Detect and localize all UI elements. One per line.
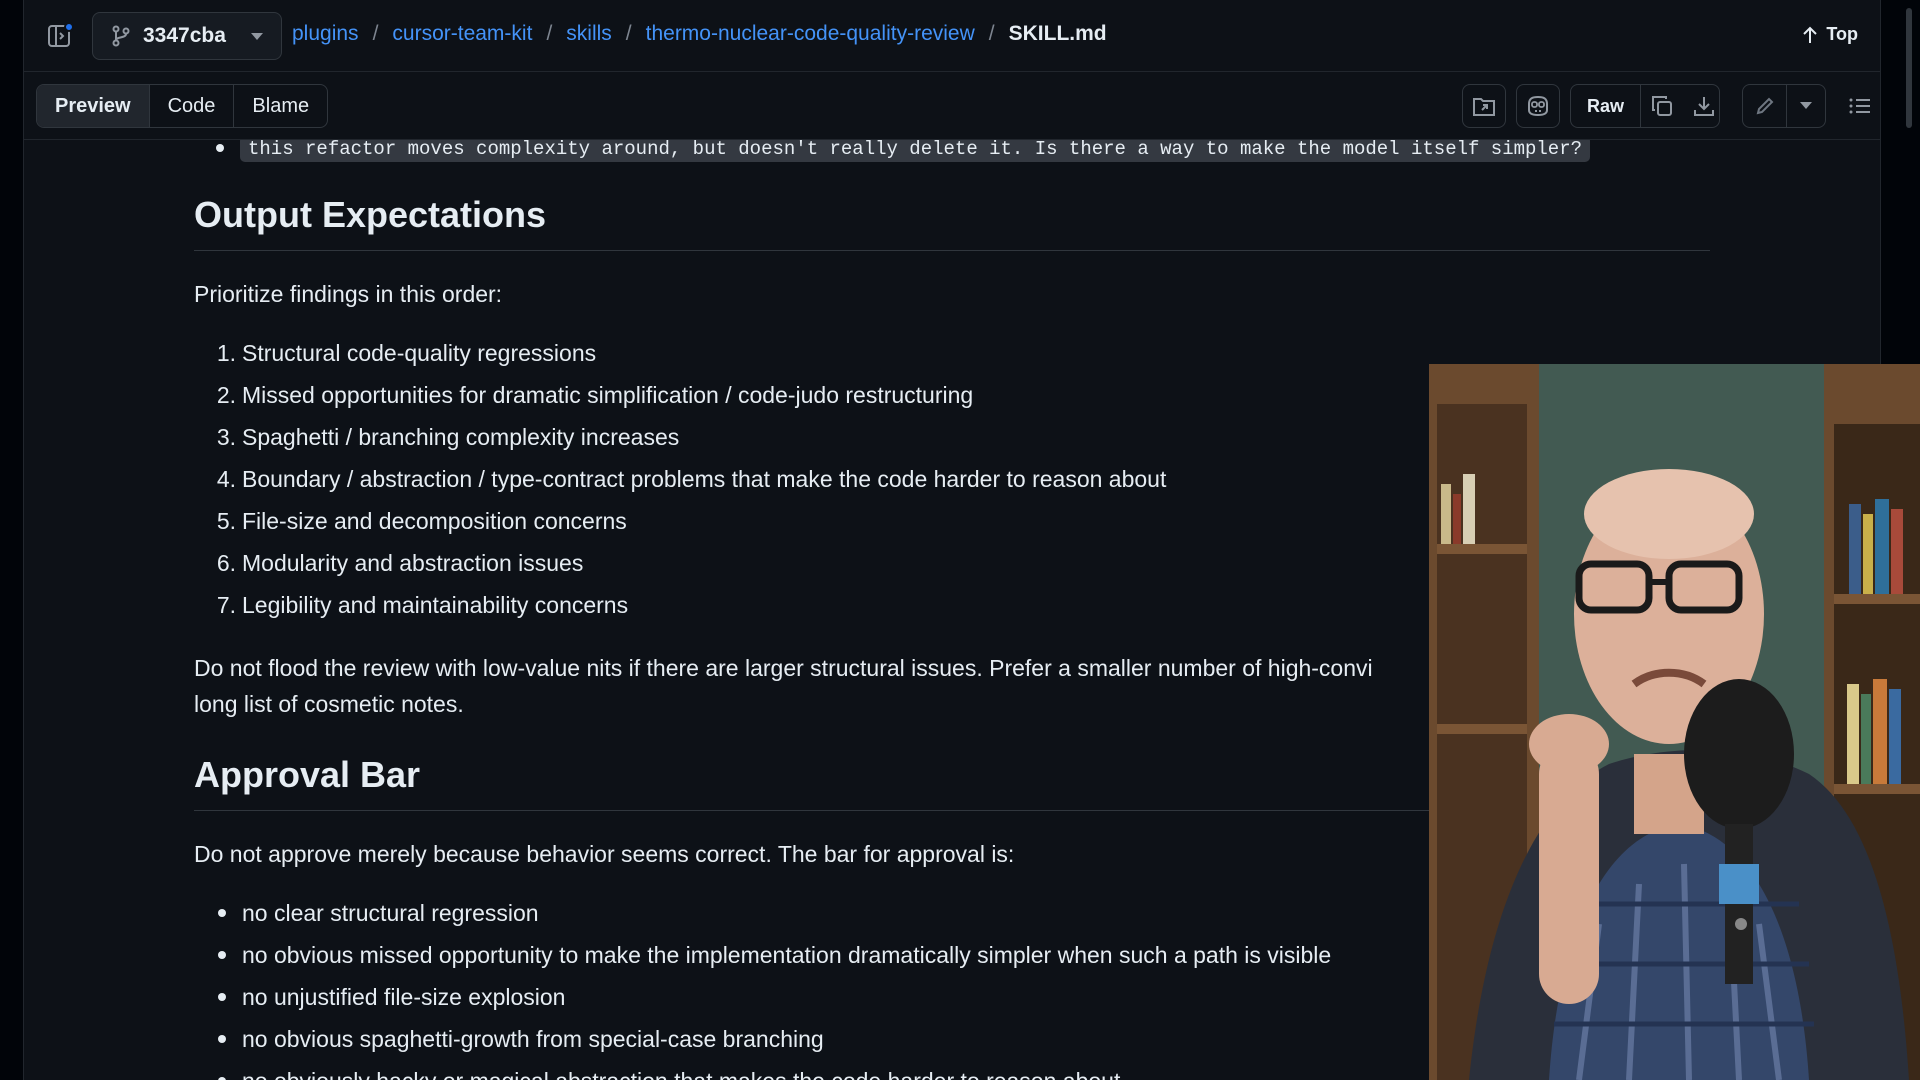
list-item: no obviously hacky or magical abstractio… xyxy=(194,1060,1331,1080)
list-item: no unjustified file-size explosion xyxy=(194,976,1331,1018)
download-button[interactable] xyxy=(1683,85,1725,127)
breadcrumb-link-skill-folder[interactable]: thermo-nuclear-code-quality-review xyxy=(646,22,975,46)
paragraph-intro: Prioritize findings in this order: xyxy=(194,281,503,307)
left-gutter xyxy=(0,0,24,1080)
tab-preview[interactable]: Preview xyxy=(37,85,150,127)
breadcrumb-link-plugins[interactable]: plugins xyxy=(292,22,359,46)
list-item: 4. Boundary / abstraction / type-contract… xyxy=(216,466,1167,492)
breadcrumb-link-skills[interactable]: skills xyxy=(566,22,612,46)
file-header: 3347cba plugins / cursor-team-kit / skil… xyxy=(24,0,1880,72)
bullet xyxy=(216,144,224,152)
list-item: 7. Legibility and maintainability concern… xyxy=(216,592,629,618)
raw-button[interactable]: Raw xyxy=(1571,85,1642,127)
edit-actions-group xyxy=(1742,84,1826,128)
open-folder-button[interactable] xyxy=(1462,84,1506,128)
edit-button[interactable] xyxy=(1743,85,1787,127)
download-icon xyxy=(1694,97,1715,116)
chevron-down-icon xyxy=(1800,102,1812,109)
list-item: no obvious spaghetti-growth from special… xyxy=(194,1018,1331,1060)
list-icon xyxy=(1849,98,1870,114)
branch-name: 3347cba xyxy=(143,24,226,47)
edit-options-button[interactable] xyxy=(1787,85,1825,127)
branch-icon xyxy=(112,25,130,47)
heading-output-expectations: Output Expectations xyxy=(194,194,1710,251)
list-item: no clear structural regression xyxy=(194,892,1331,934)
chevron-down-icon xyxy=(251,33,263,40)
breadcrumb-separator: / xyxy=(988,22,995,45)
list-item: 3. Spaghetti / branching complexity incre… xyxy=(216,424,680,450)
list-item: 2. Missed opportunities for dramatic simp… xyxy=(216,382,974,408)
open-folder-icon xyxy=(1473,98,1495,116)
breadcrumb: plugins / cursor-team-kit / skills / the… xyxy=(292,22,1107,46)
presenter-video xyxy=(1429,364,1920,1080)
back-to-top-button[interactable]: Top xyxy=(1802,24,1858,45)
top-label: Top xyxy=(1826,24,1858,44)
list-item: no obvious missed opportunity to make th… xyxy=(194,934,1331,976)
file-toolbar: Preview Code Blame Raw xyxy=(24,72,1880,140)
raw-actions-group: Raw xyxy=(1570,84,1720,128)
list-item: 1. Structural code-quality regressions xyxy=(216,340,597,366)
copy-raw-button[interactable] xyxy=(1641,85,1683,127)
notification-dot xyxy=(64,22,74,32)
scrollbar-thumb[interactable] xyxy=(1906,8,1912,128)
breadcrumb-separator: / xyxy=(546,22,553,45)
pencil-icon xyxy=(1756,97,1773,115)
outline-button[interactable] xyxy=(1846,92,1874,120)
copy-icon xyxy=(1652,96,1673,116)
list-item: 5. File-size and decomposition concerns xyxy=(216,508,627,534)
inline-code: this refactor moves complexity around, b… xyxy=(240,140,1591,162)
branch-selector[interactable]: 3347cba xyxy=(92,12,282,60)
tab-blame[interactable]: Blame xyxy=(233,85,327,127)
sidebar-toggle-button[interactable] xyxy=(44,20,76,52)
bullet-list-approval: no clear structural regression no obviou… xyxy=(194,892,1331,1080)
breadcrumb-current-file: SKILL.md xyxy=(1008,22,1107,45)
list-item: 6. Modularity and abstraction issues xyxy=(216,550,584,576)
copilot-icon xyxy=(1528,95,1548,117)
breadcrumb-separator: / xyxy=(625,22,632,45)
breadcrumb-separator: / xyxy=(372,22,379,45)
ordered-list-priorities: 1. Structural code-quality regressions 2.… xyxy=(194,332,1167,626)
breadcrumb-link-cursor-team-kit[interactable]: cursor-team-kit xyxy=(392,22,532,46)
webcam-overlay xyxy=(1429,364,1920,1080)
copilot-button[interactable] xyxy=(1516,84,1560,128)
arrow-up-icon xyxy=(1803,26,1818,43)
view-mode-tabs: Preview Code Blame xyxy=(36,84,329,128)
tab-code[interactable]: Code xyxy=(150,85,234,127)
